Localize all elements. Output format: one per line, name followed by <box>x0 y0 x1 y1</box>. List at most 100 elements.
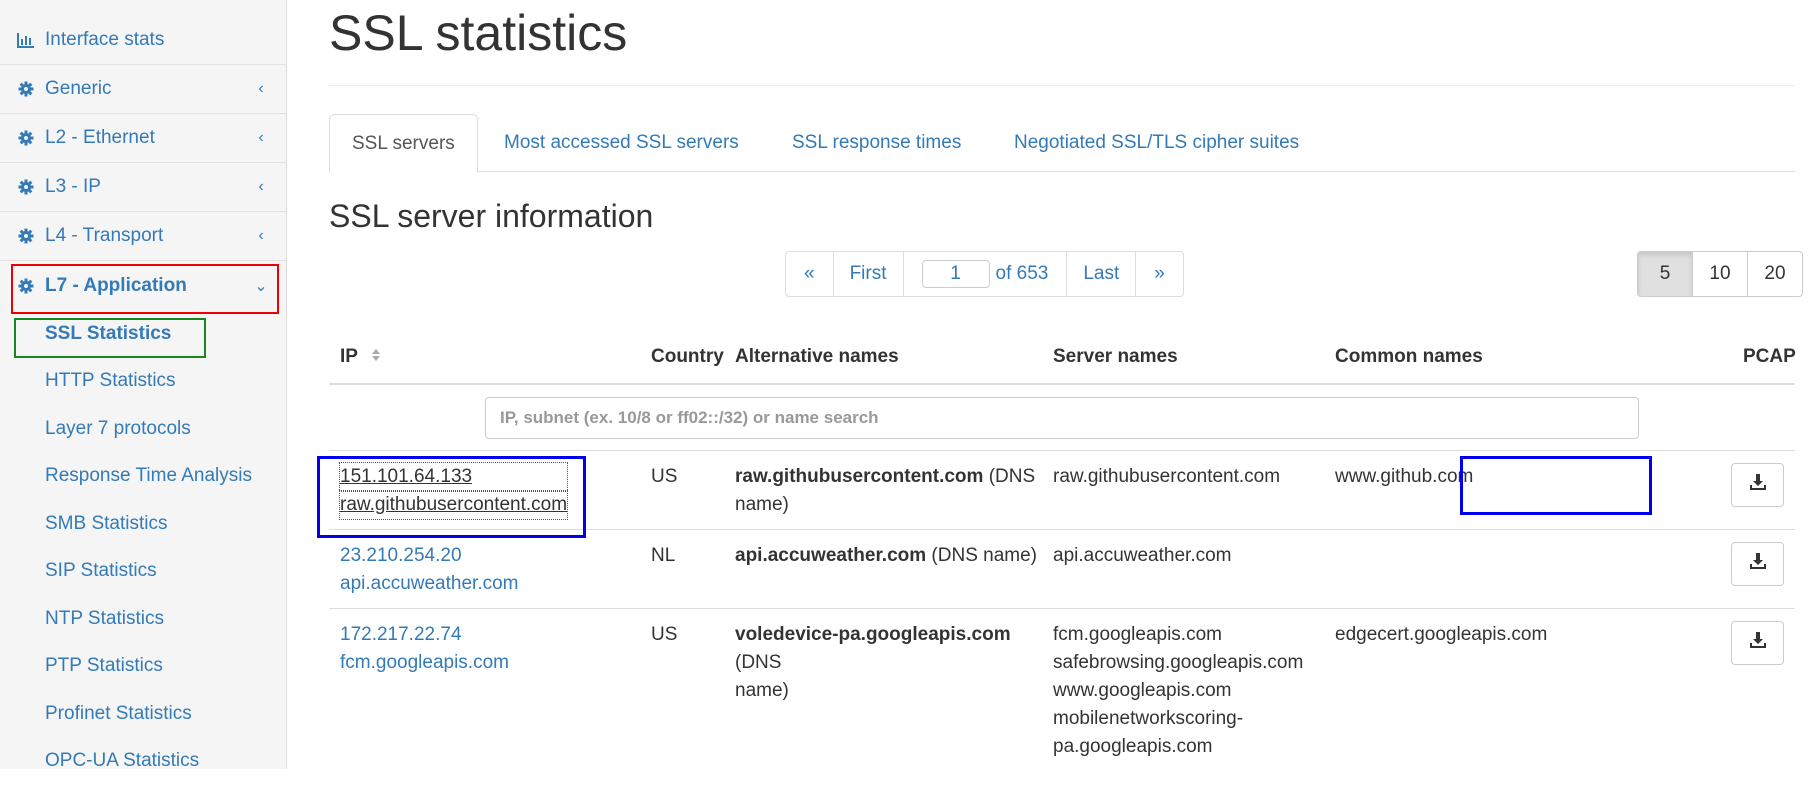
first-page-button[interactable]: First <box>834 252 904 296</box>
host-link[interactable]: fcm.googleapis.com <box>340 649 509 677</box>
highlight-box-red <box>11 264 279 314</box>
alternative-name: raw.githubusercontent.com <box>735 466 983 487</box>
pcap-download-button[interactable] <box>1731 542 1784 586</box>
sidebar-subitem-sip-statistics[interactable]: SIP Statistics <box>0 548 286 596</box>
sidebar-item-l4-transport[interactable]: L4 - Transport ‹ <box>0 212 286 261</box>
sidebar-item-interface-stats[interactable]: Interface stats <box>0 0 286 65</box>
ip-link[interactable]: 23.210.254.20 <box>340 542 519 570</box>
gear-icon <box>16 128 36 148</box>
download-icon <box>1749 552 1767 576</box>
alternative-names-cell: raw.githubusercontent.com (DNS name) <box>735 463 1045 519</box>
page-selector: of 653 <box>904 252 1068 296</box>
page-size-option-20[interactable]: 20 <box>1748 252 1802 296</box>
country-cell: NL <box>651 542 675 570</box>
last-page-button[interactable]: Last <box>1067 252 1136 296</box>
server-name: api.accuweather.com <box>1053 542 1232 570</box>
gear-icon <box>16 177 36 197</box>
sidebar-item-generic[interactable]: Generic ‹ <box>0 65 286 114</box>
pcap-download-button[interactable] <box>1731 463 1784 507</box>
sidebar-subitem-smb-statistics[interactable]: SMB Statistics <box>0 500 286 548</box>
alternative-name-type: (DNS name) <box>926 545 1037 566</box>
tab-ssl-servers[interactable]: SSL servers <box>329 114 478 173</box>
bar-chart-icon <box>16 30 36 50</box>
page-size-option-5[interactable]: 5 <box>1638 252 1693 296</box>
page-number-input[interactable] <box>922 260 990 288</box>
column-header-common-names: Common names <box>1335 346 1483 368</box>
common-name: www.github.com <box>1335 463 1473 491</box>
alternative-name-type: (DNS <box>983 466 1035 487</box>
table-row: 172.217.22.74 fcm.googleapis.com US vole… <box>329 609 1795 769</box>
next-page-button[interactable]: » <box>1136 252 1183 296</box>
sidebar-item-label: L2 - Ethernet <box>45 127 254 149</box>
sidebar-item-label: Generic <box>45 78 254 100</box>
sort-icon[interactable] <box>371 346 381 368</box>
common-name: edgecert.googleapis.com <box>1335 621 1547 649</box>
pagination: « First of 653 Last » <box>785 251 1184 297</box>
page-count-text: of 653 <box>996 263 1049 285</box>
chevron-left-icon: ‹ <box>254 80 268 98</box>
alternative-name-type-cont: name) <box>735 494 789 515</box>
search-input[interactable] <box>485 397 1639 439</box>
server-names-cell: api.accuweather.com <box>1053 542 1232 570</box>
ip-cell: 172.217.22.74 fcm.googleapis.com <box>340 621 509 677</box>
sidebar-item-label: Interface stats <box>45 29 268 51</box>
sidebar-subitem-ntp-statistics[interactable]: NTP Statistics <box>0 595 286 643</box>
sidebar-subitem-layer7-protocols[interactable]: Layer 7 protocols <box>0 405 286 453</box>
server-name: fcm.googleapis.com <box>1053 621 1303 649</box>
sidebar-item-label: L4 - Transport <box>45 225 254 247</box>
server-names-cell: fcm.googleapis.com safebrowsing.googleap… <box>1053 621 1303 761</box>
alternative-name-type-cont: name) <box>735 680 789 701</box>
alternative-name-type: (DNS <box>735 652 781 673</box>
sidebar-subitem-profinet-statistics[interactable]: Profinet Statistics <box>0 690 286 738</box>
alternative-name: api.accuweather.com <box>735 545 926 566</box>
sidebar-item-l2-ethernet[interactable]: L2 - Ethernet ‹ <box>0 114 286 163</box>
divider <box>329 85 1795 86</box>
sidebar-subitem-opcua-statistics[interactable]: OPC-UA Statistics <box>0 738 286 785</box>
chevron-left-icon: ‹ <box>254 227 268 245</box>
page-size-option-10[interactable]: 10 <box>1693 252 1748 296</box>
tab-negotiated-cipher-suites[interactable]: Negotiated SSL/TLS cipher suites <box>992 114 1321 172</box>
host-link[interactable]: api.accuweather.com <box>340 570 519 598</box>
prev-page-button[interactable]: « <box>786 252 834 296</box>
highlight-box-blue-common-name <box>1460 456 1652 515</box>
highlight-box-blue-ip <box>317 456 586 538</box>
download-icon <box>1749 473 1767 497</box>
download-icon <box>1749 631 1767 655</box>
page-size-selector: 5 10 20 <box>1637 251 1803 297</box>
filter-row <box>329 385 1795 451</box>
chevron-left-icon: ‹ <box>254 178 268 196</box>
chevron-left-icon: ‹ <box>254 129 268 147</box>
gear-icon <box>16 79 36 99</box>
table-row: 23.210.254.20 api.accuweather.com NL api… <box>329 530 1795 609</box>
table-header: IP Country Alternative names Server name… <box>329 340 1795 385</box>
sidebar-subitem-http-statistics[interactable]: HTTP Statistics <box>0 358 286 406</box>
server-name: www.googleapis.com <box>1053 677 1303 705</box>
ip-link[interactable]: 172.217.22.74 <box>340 621 509 649</box>
country-cell: US <box>651 463 677 491</box>
tab-bar: SSL servers Most accessed SSL servers SS… <box>329 114 1795 172</box>
column-header-server-names: Server names <box>1053 346 1178 368</box>
main-content: SSL statistics SSL servers Most accessed… <box>329 0 1795 769</box>
server-name: safebrowsing.googleapis.com <box>1053 649 1303 677</box>
country-cell: US <box>651 621 677 649</box>
column-header-alternative-names: Alternative names <box>735 346 899 368</box>
sidebar-item-l3-ip[interactable]: L3 - IP ‹ <box>0 163 286 212</box>
server-name: pa.googleapis.com <box>1053 733 1303 761</box>
sidebar-subitem-response-time-analysis[interactable]: Response Time Analysis <box>0 453 286 501</box>
column-header-pcap: PCAP <box>1743 346 1796 368</box>
tab-most-accessed-ssl-servers[interactable]: Most accessed SSL servers <box>482 114 761 172</box>
column-header-country: Country <box>651 346 724 368</box>
gear-icon <box>16 226 36 246</box>
sidebar-submenu-l7: SSL Statistics HTTP Statistics Layer 7 p… <box>0 310 286 785</box>
common-names-cell: www.github.com <box>1335 463 1473 491</box>
ip-cell: 23.210.254.20 api.accuweather.com <box>340 542 519 598</box>
page-title: SSL statistics <box>329 4 627 62</box>
alternative-names-cell: api.accuweather.com (DNS name) <box>735 542 1045 570</box>
tab-ssl-response-times[interactable]: SSL response times <box>770 114 983 172</box>
pcap-download-button[interactable] <box>1731 621 1784 665</box>
server-name: raw.githubusercontent.com <box>1053 463 1280 491</box>
section-title: SSL server information <box>329 198 653 235</box>
sidebar-subitem-ptp-statistics[interactable]: PTP Statistics <box>0 643 286 691</box>
common-names-cell: edgecert.googleapis.com <box>1335 621 1547 649</box>
column-header-ip[interactable]: IP <box>340 346 381 368</box>
